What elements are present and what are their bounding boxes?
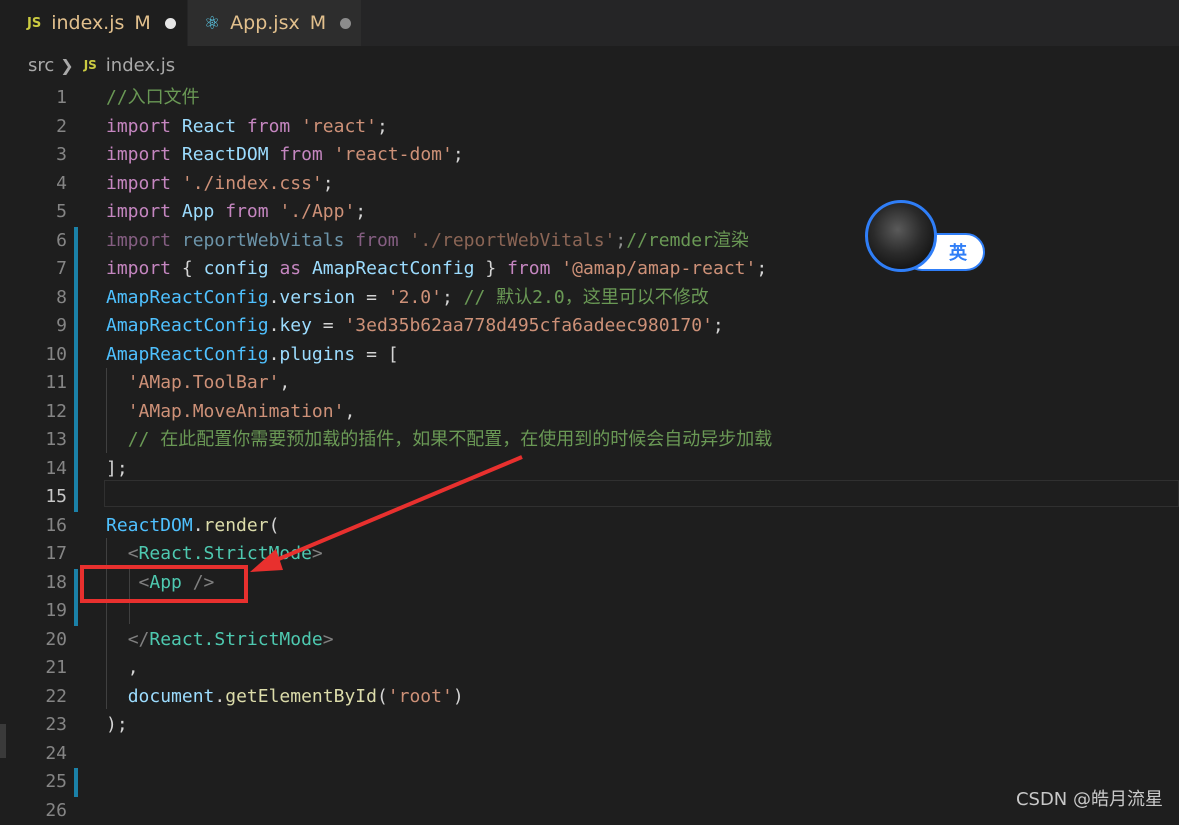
watermark: CSDN @皓月流星 — [1016, 785, 1163, 811]
ime-language-label: 英 — [949, 239, 967, 265]
ime-indicator[interactable]: 英 — [865, 200, 989, 276]
annotation-arrow — [0, 0, 1179, 821]
arrow-shaft — [262, 457, 522, 566]
avatar — [865, 200, 937, 272]
annotation-highlight-box — [80, 565, 248, 603]
arrow-head — [250, 549, 283, 572]
